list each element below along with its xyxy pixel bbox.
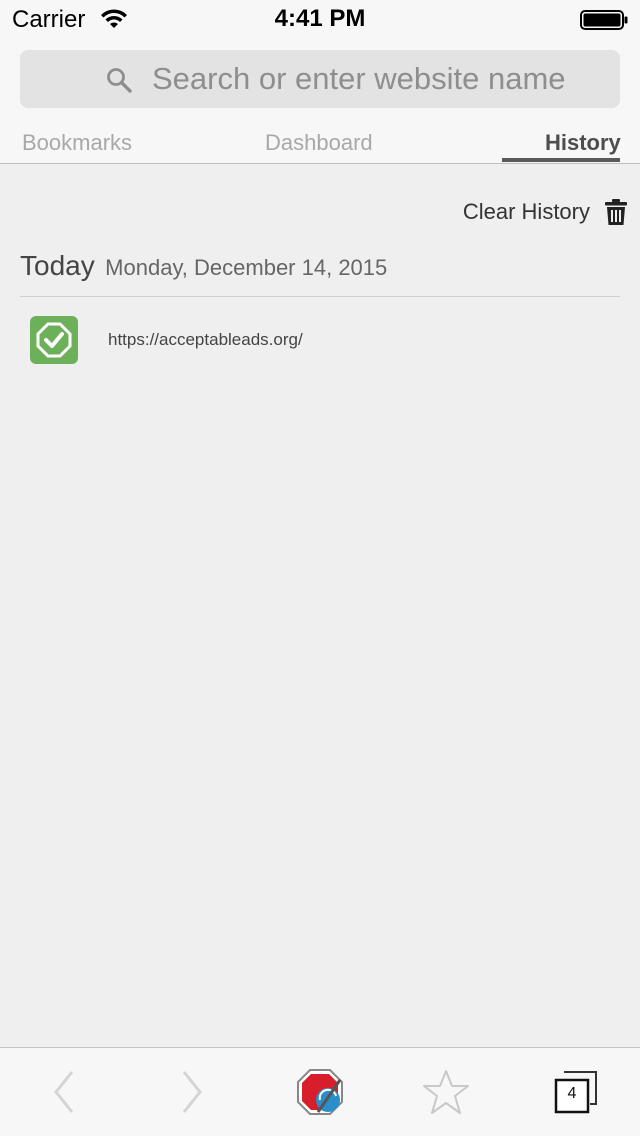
clear-history-button[interactable]: Clear History <box>463 198 628 226</box>
status-time: 4:41 PM <box>274 5 366 32</box>
forward-icon[interactable] <box>176 1068 208 1116</box>
search-icon <box>107 68 132 93</box>
tab-count: 4 <box>567 1085 577 1102</box>
star-icon[interactable] <box>422 1068 470 1116</box>
history-item[interactable]: https://acceptableads.org/ <box>20 306 620 376</box>
bottom-toolbar: 4 <box>0 1047 640 1136</box>
search-bar[interactable] <box>20 50 620 108</box>
status-bar: Carrier 4:41 PM <box>0 0 640 40</box>
acceptable-ads-icon <box>30 316 78 364</box>
trash-icon <box>605 199 627 225</box>
tab-history[interactable]: History <box>545 130 621 156</box>
history-item-url: https://acceptableads.org/ <box>108 330 303 349</box>
back-icon[interactable] <box>48 1068 80 1116</box>
section-day: Today <box>20 250 95 281</box>
search-input[interactable] <box>152 50 612 108</box>
section-divider <box>20 296 620 297</box>
history-section-heading: Today Monday, December 14, 2015 <box>20 250 387 282</box>
top-bar: Bookmarks Dashboard History <box>0 40 640 164</box>
tab-bookmarks[interactable]: Bookmarks <box>22 130 132 156</box>
clear-history-label: Clear History <box>462 199 590 224</box>
adblock-browser-icon[interactable] <box>294 1066 346 1118</box>
active-tab-indicator <box>502 158 620 162</box>
tabs-button[interactable]: 4 <box>550 1068 602 1116</box>
battery-icon <box>580 10 628 30</box>
tab-dashboard[interactable]: Dashboard <box>265 130 373 156</box>
section-date: Monday, December 14, 2015 <box>105 255 388 280</box>
